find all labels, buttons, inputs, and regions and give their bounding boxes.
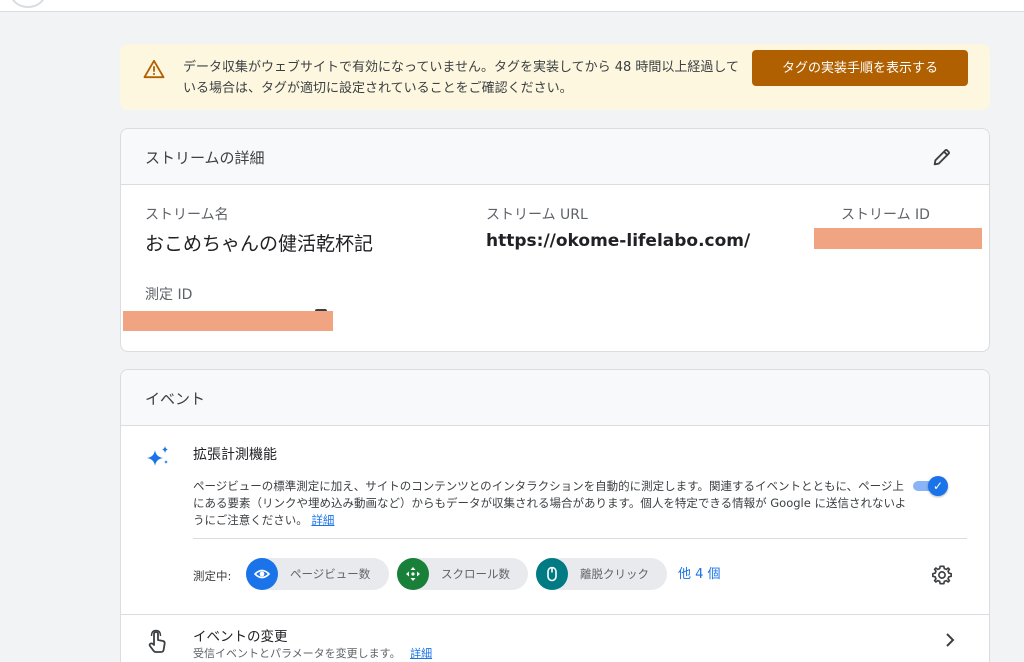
pencil-icon[interactable] [931, 146, 953, 168]
measuring-label: 測定中: [193, 569, 232, 583]
chip-label: スクロール数 [441, 567, 510, 581]
tag-warning-banner: データ収集がウェブサイトで有効になっていません。タグを実装してから 48 時間以… [120, 44, 990, 110]
enhanced-measurement-title: 拡張計測機能 [193, 447, 277, 463]
chevron-right-icon[interactable] [943, 632, 957, 648]
check-icon: ✓ [928, 476, 948, 496]
stream-url-label: ストリーム URL [486, 207, 588, 223]
eye-icon [246, 558, 278, 590]
measurement-id-redaction [123, 311, 333, 331]
events-title: イベント [145, 390, 206, 408]
chip-label: 離脱クリック [580, 567, 649, 581]
modify-description-text: 受信イベントとパラメータを変更します。 [193, 647, 401, 660]
divider [121, 614, 989, 615]
warning-icon [143, 59, 165, 79]
show-tag-instructions-button[interactable]: タグの実装手順を表示する [752, 50, 968, 86]
sparkle-icon [147, 446, 168, 466]
modify-learn-more-link[interactable]: 詳細 [410, 647, 432, 660]
stream-id-label: ストリーム ID [841, 207, 930, 223]
avatar[interactable] [10, 0, 46, 8]
events-card: イベント 拡張計測機能 ページビューの標準測定に加え、サイトのコンテンツとのイン… [120, 369, 990, 662]
chip-scrolls[interactable]: スクロール数 [397, 558, 528, 590]
chip-page-views[interactable]: ページビュー数 [246, 558, 389, 590]
learn-more-link[interactable]: 詳細 [311, 513, 334, 527]
gear-icon[interactable] [931, 564, 953, 586]
modify-events-title[interactable]: イベントの変更 [193, 625, 288, 645]
banner-message: データ収集がウェブサイトで有効になっていません。タグを実装してから 48 時間以… [183, 60, 739, 96]
stream-name-value: おこめちゃんの健活乾杯記 [145, 233, 374, 255]
mouse-icon [536, 558, 568, 590]
divider [193, 538, 967, 539]
events-header: イベント [121, 370, 989, 426]
chip-label: ページビュー数 [290, 567, 371, 581]
measurement-id-label: 測定 ID [145, 287, 193, 303]
stream-details-title: ストリームの詳細 [145, 149, 265, 167]
top-app-bar [0, 0, 1024, 12]
scroll-icon [397, 558, 429, 590]
modify-events-description: 受信イベントとパラメータを変更します。 詳細 [193, 645, 432, 661]
chip-outbound-clicks[interactable]: 離脱クリック [536, 558, 667, 590]
enhanced-measurement-toggle[interactable]: ✓ [911, 474, 951, 498]
stream-details-header: ストリームの詳細 [121, 129, 989, 185]
stream-id-redaction [814, 228, 982, 249]
enhanced-measurement-description: ページビューの標準測定に加え、サイトのコンテンツとのインタラクションを自動的に測… [193, 478, 913, 529]
stream-name-label: ストリーム名 [145, 207, 229, 223]
stream-details-card: ストリームの詳細 ストリーム名 おこめちゃんの健活乾杯記 ストリーム URL h… [120, 128, 990, 352]
more-events-link[interactable]: 他 4 個 [678, 563, 721, 582]
stream-url-value: https://okome-lifelabo.com/ [486, 231, 751, 251]
enhanced-description-text: ページビューの標準測定に加え、サイトのコンテンツとのインタラクションを自動的に測… [193, 479, 907, 527]
touch-icon [148, 629, 166, 653]
